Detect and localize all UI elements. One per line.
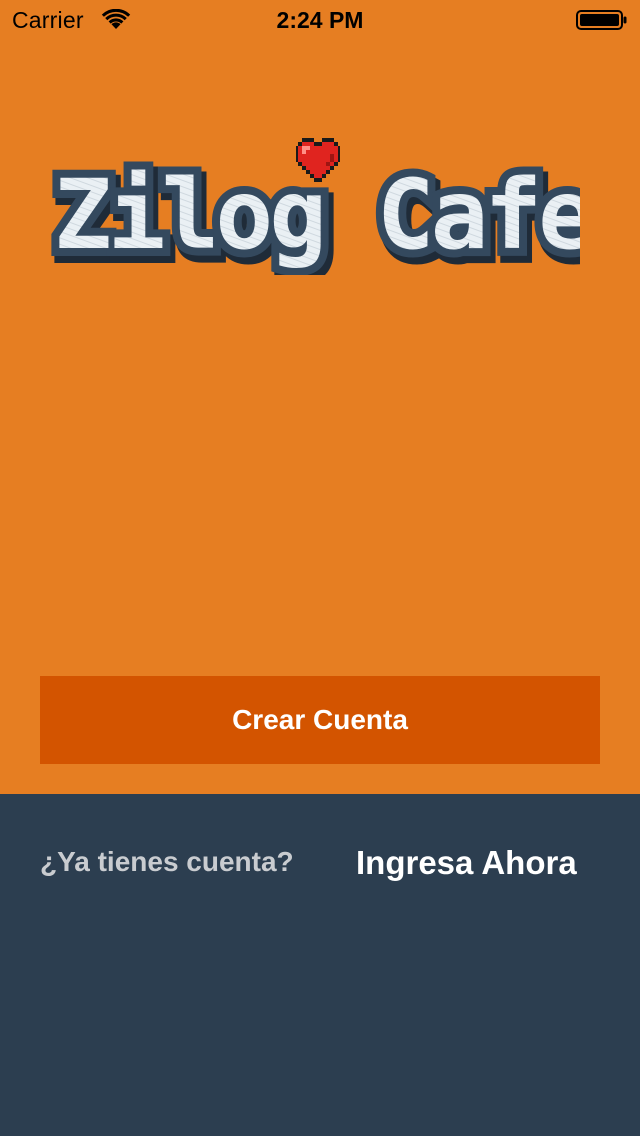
- login-now-link[interactable]: Ingresa Ahora: [356, 844, 577, 882]
- zilog-cafe-logo: Zilog Cafe Zilog Cafe Zilog Cafe: [50, 130, 580, 275]
- status-time: 2:24 PM: [276, 7, 364, 33]
- battery-icon: [576, 10, 628, 30]
- status-bar: Carrier 2:24 PM: [0, 0, 640, 40]
- logo-graphic: Zilog Cafe Zilog Cafe Zilog Cafe: [50, 138, 580, 275]
- create-account-button[interactable]: Crear Cuenta: [40, 676, 600, 764]
- login-panel: ¿Ya tienes cuenta? Ingresa Ahora: [0, 794, 640, 1136]
- have-account-question: ¿Ya tienes cuenta?: [40, 846, 294, 877]
- app-screen: Carrier 2:24 PM Zilog Cafe Zilog Cafe Zi…: [0, 0, 640, 1136]
